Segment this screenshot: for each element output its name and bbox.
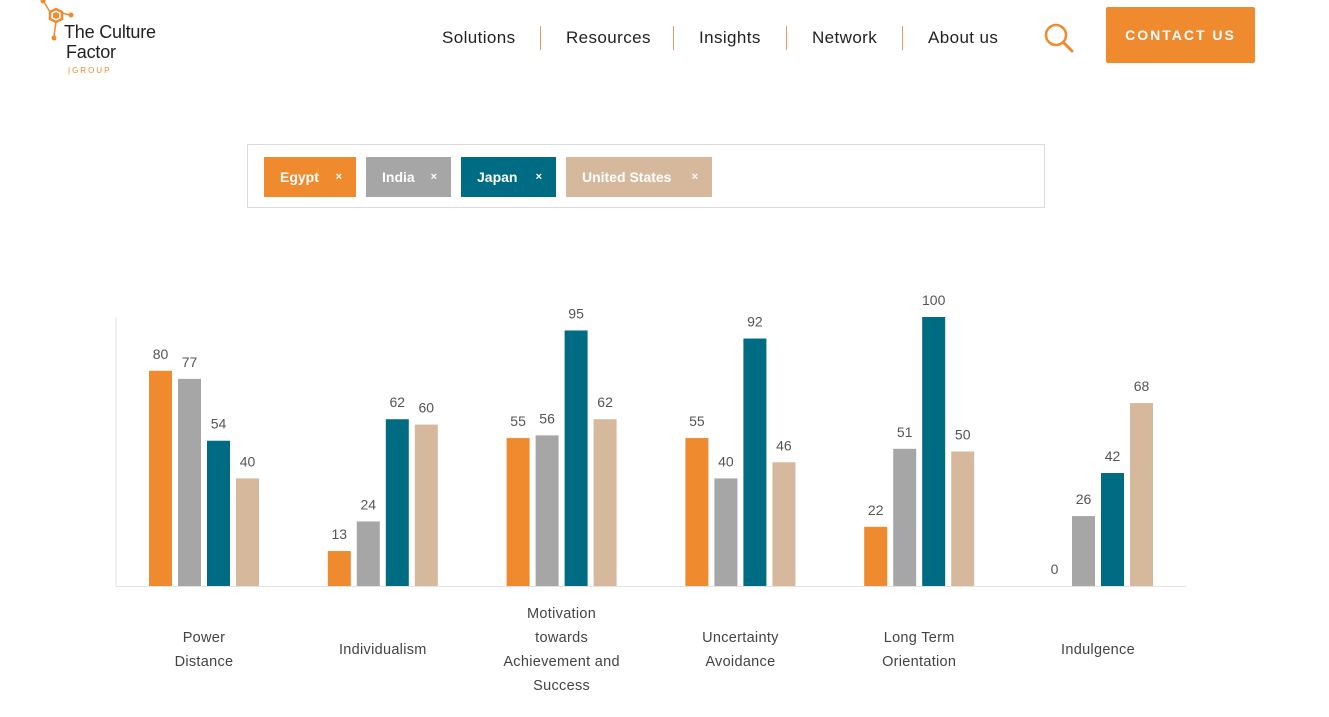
bar[interactable] <box>951 451 975 587</box>
category-label-line: Uncertainty <box>702 630 779 646</box>
nav-divider <box>540 26 541 50</box>
chip-label: Japan <box>477 169 518 185</box>
category-label-line: Motivation <box>527 606 597 622</box>
category-label-line: Success <box>533 678 591 694</box>
data-label: 100 <box>922 292 946 308</box>
logo-line1: The Culture <box>64 22 156 42</box>
bar[interactable] <box>149 370 172 586</box>
data-label: 95 <box>568 305 584 321</box>
category-label-line: Long Term <box>883 630 955 646</box>
data-label: 24 <box>361 496 377 512</box>
bar[interactable] <box>714 478 738 586</box>
remove-egypt-icon[interactable]: × <box>336 171 342 183</box>
remove-united-states-icon[interactable]: × <box>692 171 698 183</box>
nav-divider <box>902 26 903 50</box>
category-label-line: Individualism <box>338 642 427 658</box>
logo-line2: Factor <box>66 42 116 62</box>
dimension-bar-chart: 80 77 54 40 13 24 62 60 55 56 95 62 55 40 92 46 22 51 100 5… <box>115 292 1186 587</box>
nav-divider <box>786 26 787 50</box>
chip-egypt[interactable]: Egypt × <box>264 157 356 197</box>
logo-text: The Culture Factor <box>64 22 156 62</box>
category-label: Uncertainty Avoidance <box>670 626 810 674</box>
bar[interactable] <box>1130 403 1153 586</box>
category-label-line: Distance <box>174 654 234 670</box>
category-label: Motivation towards Achievement and Success <box>492 602 632 698</box>
bar[interactable] <box>356 521 380 586</box>
bar[interactable] <box>506 438 530 586</box>
nav-solutions[interactable]: Solutions <box>442 26 516 50</box>
bar[interactable] <box>564 330 588 586</box>
category-label: Indulgence <box>1028 638 1168 662</box>
bar[interactable] <box>327 551 351 586</box>
bar[interactable] <box>893 448 917 586</box>
category-label-line: Achievement and <box>503 654 620 670</box>
nav-insights[interactable]: Insights <box>699 26 761 50</box>
bar[interactable] <box>414 424 438 586</box>
chip-label: United States <box>582 169 672 185</box>
data-label: 40 <box>718 453 734 469</box>
data-label: 62 <box>390 394 406 410</box>
data-label: 80 <box>153 346 169 362</box>
data-label: 60 <box>419 400 435 416</box>
logo-subtitle: |GROUP <box>68 66 112 75</box>
data-label: 50 <box>955 427 971 443</box>
bar[interactable] <box>178 378 201 586</box>
remove-japan-icon[interactable]: × <box>536 171 542 183</box>
data-label: 56 <box>539 410 555 426</box>
bar[interactable] <box>743 338 767 586</box>
nav-about-us[interactable]: About us <box>928 26 998 50</box>
nav-network[interactable]: Network <box>812 26 877 50</box>
remove-india-icon[interactable]: × <box>431 171 437 183</box>
nav-divider <box>673 26 674 50</box>
data-label: 92 <box>747 314 763 330</box>
bar[interactable] <box>236 478 259 586</box>
bar[interactable] <box>864 526 888 586</box>
category-label-line: towards <box>535 630 589 646</box>
category-label-line: Orientation <box>882 654 957 670</box>
data-label: 51 <box>897 424 913 440</box>
data-label: 55 <box>689 413 705 429</box>
chip-label: India <box>382 169 415 185</box>
category-label-line: Power <box>182 630 226 646</box>
bar[interactable] <box>1101 473 1124 586</box>
bar[interactable] <box>685 438 709 586</box>
bar[interactable] <box>1072 516 1095 586</box>
bar[interactable] <box>207 440 230 586</box>
search-button[interactable] <box>1043 22 1075 54</box>
category-label: Individualism <box>313 638 453 662</box>
chip-united-states[interactable]: United States × <box>566 157 712 197</box>
chip-india[interactable]: India × <box>366 157 451 197</box>
data-label: 68 <box>1134 378 1150 394</box>
data-label: 42 <box>1105 448 1121 464</box>
data-label: 46 <box>776 437 792 453</box>
country-filter-box[interactable]: Egypt × India × Japan × United States × <box>247 144 1045 208</box>
data-label: 0 <box>1051 561 1059 577</box>
category-label-line: Indulgence <box>1061 642 1135 658</box>
search-icon <box>1044 23 1074 53</box>
data-label: 62 <box>597 394 613 410</box>
data-label: 40 <box>240 453 256 469</box>
bar[interactable] <box>535 435 559 586</box>
data-label: 13 <box>332 526 348 542</box>
bar[interactable] <box>385 419 409 586</box>
contact-us-button[interactable]: CONTACT US <box>1106 7 1255 63</box>
chip-label: Egypt <box>280 169 319 185</box>
nav-resources[interactable]: Resources <box>566 26 651 50</box>
logo[interactable]: The Culture Factor |GROUP <box>36 0 176 80</box>
bar[interactable] <box>922 317 946 586</box>
data-label: 54 <box>211 416 227 432</box>
category-label: Long Term Orientation <box>849 626 989 674</box>
data-label: 55 <box>510 413 526 429</box>
data-label: 77 <box>182 354 198 370</box>
data-label: 26 <box>1076 491 1092 507</box>
category-label: Power Distance <box>134 626 274 674</box>
bar[interactable] <box>593 419 617 586</box>
bar[interactable] <box>772 462 796 586</box>
data-label: 22 <box>868 502 884 518</box>
category-label-line: Avoidance <box>705 654 776 670</box>
chip-japan[interactable]: Japan × <box>461 157 556 197</box>
